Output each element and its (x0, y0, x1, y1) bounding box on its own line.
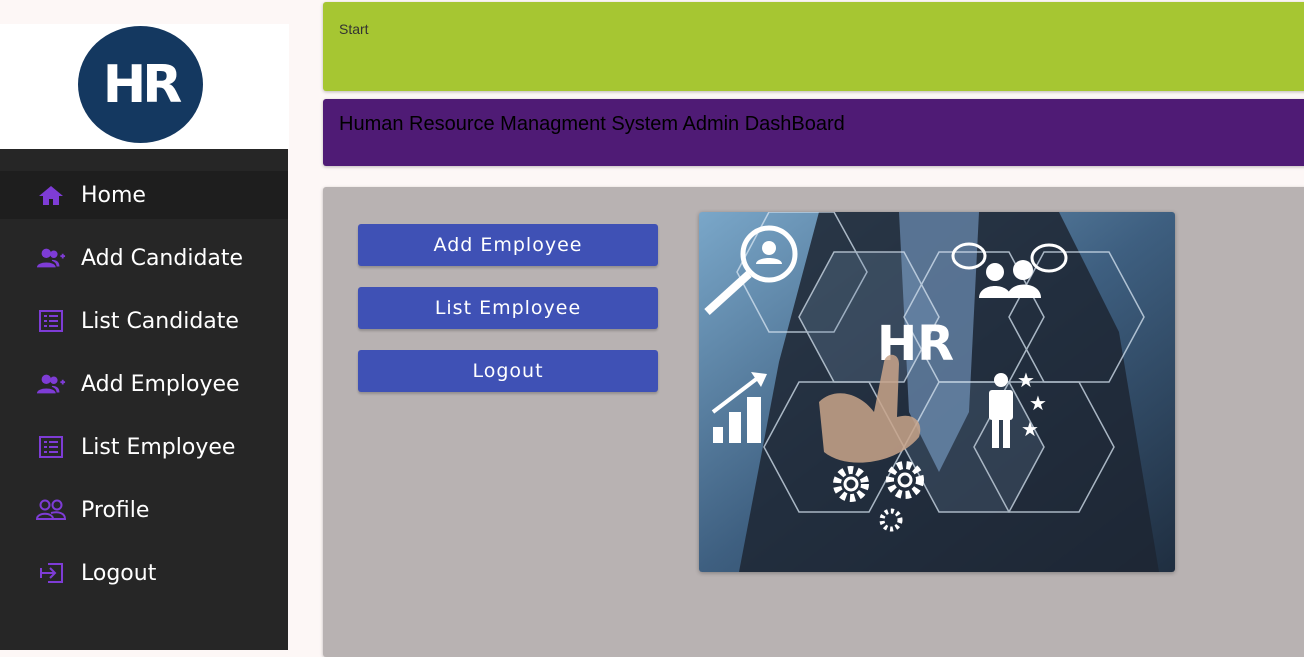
start-label: Start (339, 21, 369, 37)
logo-area: HR (0, 24, 289, 149)
person-add-icon (36, 372, 66, 396)
hr-logo: HR (78, 26, 203, 143)
title-bar: Human Resource Managment System Admin Da… (323, 99, 1304, 166)
sidebar-item-label: Add Candidate (81, 245, 244, 271)
start-bar: Start (323, 2, 1304, 91)
sidebar-item-list-candidate[interactable]: List Candidate (0, 297, 288, 345)
sidebar-item-label: Home (81, 182, 146, 208)
people-icon (36, 498, 66, 522)
sidebar: Home Add Candidate List Candidate Add Em… (0, 149, 288, 650)
svg-text:★: ★ (1029, 391, 1047, 415)
sidebar-item-add-candidate[interactable]: Add Candidate (0, 234, 288, 282)
svg-text:★: ★ (1021, 417, 1039, 441)
sidebar-item-home[interactable]: Home (0, 171, 288, 219)
main-panel: Add Employee List Employee Logout HR ★ ★… (323, 187, 1304, 657)
hr-hero-image: HR ★ ★ ★ (699, 212, 1175, 572)
svg-text:★: ★ (1017, 368, 1035, 392)
sidebar-item-add-employee[interactable]: Add Employee (0, 360, 288, 408)
page-title: Human Resource Managment System Admin Da… (339, 113, 845, 135)
home-icon (36, 183, 66, 207)
sidebar-item-profile[interactable]: Profile (0, 486, 288, 534)
sidebar-item-logout[interactable]: Logout (0, 549, 288, 597)
sidebar-item-list-employee[interactable]: List Employee (0, 423, 288, 471)
list-employee-button[interactable]: List Employee (358, 287, 658, 329)
sidebar-item-label: Logout (81, 560, 157, 586)
logo-text: HR (102, 54, 183, 115)
sidebar-item-label: List Candidate (81, 308, 239, 334)
person-add-icon (36, 246, 66, 270)
sidebar-item-label: List Employee (81, 434, 236, 460)
list-icon (36, 435, 66, 459)
list-icon (36, 309, 66, 333)
sidebar-item-label: Profile (81, 497, 150, 523)
logout-button[interactable]: Logout (358, 350, 658, 392)
sidebar-item-label: Add Employee (81, 371, 240, 397)
logout-icon (36, 561, 66, 585)
add-employee-button[interactable]: Add Employee (358, 224, 658, 266)
